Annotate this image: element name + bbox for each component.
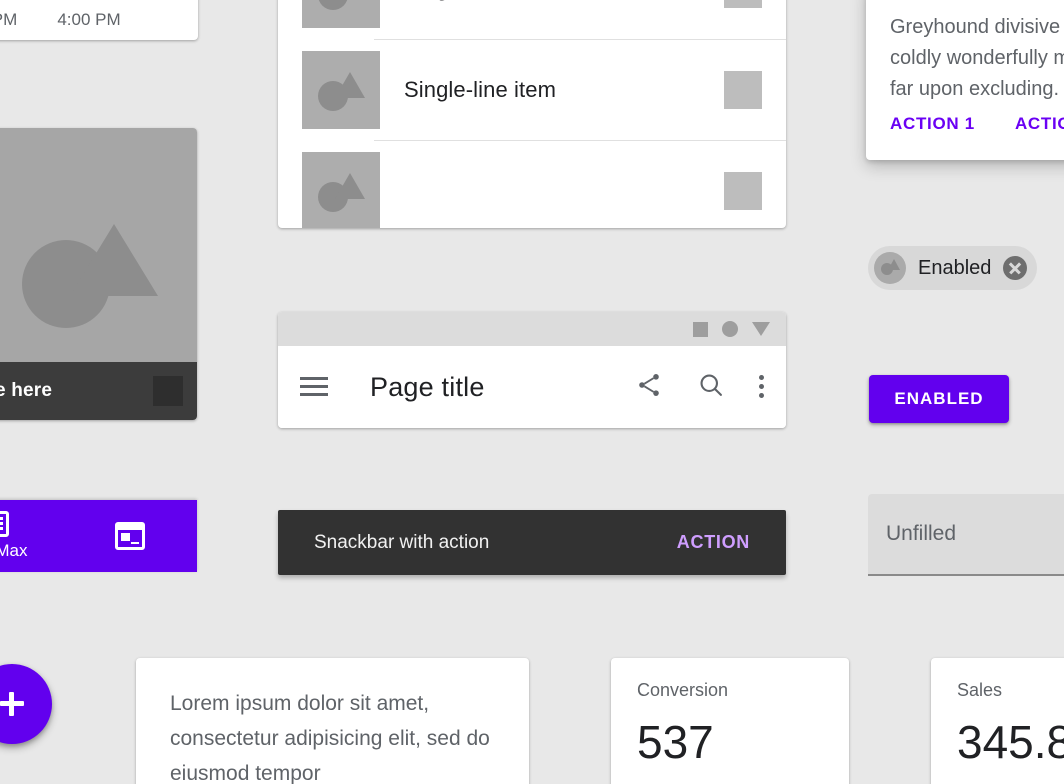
share-icon[interactable] — [635, 371, 663, 404]
media-card-title: Title here — [0, 380, 52, 402]
placeholder-image-icon — [0, 128, 197, 362]
status-bar — [278, 312, 786, 346]
list-box-icon — [0, 511, 9, 537]
app-bar-card: Page title — [278, 312, 786, 428]
more-vert-icon[interactable] — [759, 375, 764, 399]
square-placeholder-icon[interactable] — [724, 0, 762, 8]
snackbar-action-button[interactable]: ACTION — [677, 532, 750, 553]
close-circle-icon[interactable] — [1003, 256, 1027, 280]
list-item[interactable]: Single-line item — [278, 39, 786, 140]
text-field-label: Unfilled — [886, 522, 956, 546]
page-title: Page title — [370, 372, 485, 403]
article-icon — [115, 522, 145, 550]
stat-value: 345.8 — [957, 713, 1064, 771]
dialog-actions: ACTION 1 ACTION 2 — [890, 114, 1064, 134]
time-slot-1[interactable]: 4:00 PM — [57, 10, 120, 30]
media-card: Title here — [0, 128, 197, 420]
dialog-action-2-button[interactable]: ACTION 2 — [1015, 114, 1064, 134]
stat-label: Sales — [957, 680, 1064, 701]
media-card-footer: Title here — [0, 362, 197, 420]
single-line-list-card: Single-line item Single-line item — [278, 0, 786, 228]
hamburger-menu-icon[interactable] — [300, 377, 328, 397]
time-picker-card: 2:00 PM 4:00 PM — [0, 0, 198, 40]
snackbar: Snackbar with action ACTION — [278, 510, 786, 575]
search-icon[interactable] — [697, 371, 725, 404]
top-app-bar: Page title — [278, 346, 786, 428]
unfilled-text-field[interactable]: Unfilled — [868, 494, 1064, 576]
placeholder-image-icon — [302, 152, 380, 229]
chip-enabled[interactable]: Enabled — [868, 246, 1037, 290]
bottom-nav-item-1[interactable] — [64, 500, 198, 572]
plus-icon — [0, 690, 26, 718]
bottom-nav-label-0: ree Max — [0, 541, 27, 561]
floating-action-button[interactable] — [0, 664, 52, 744]
component-showcase-canvas: 2:00 PM 4:00 PM Single-line item Single-… — [0, 0, 1064, 784]
dialog-card: Greyhound divisive hello coldly wonderfu… — [866, 0, 1064, 160]
time-slot-0[interactable]: 2:00 PM — [0, 10, 17, 30]
square-icon — [693, 322, 708, 337]
dialog-action-1-button[interactable]: ACTION 1 — [890, 114, 975, 134]
list-item-label: Single-line item — [404, 0, 724, 2]
snackbar-message: Snackbar with action — [314, 532, 489, 554]
square-placeholder-icon[interactable] — [724, 71, 762, 109]
placeholder-image-icon — [302, 0, 380, 28]
square-placeholder-icon[interactable] — [724, 172, 762, 210]
circle-icon — [722, 321, 738, 337]
list-item[interactable]: Single-line item — [278, 0, 786, 39]
stat-value: 537 — [637, 713, 849, 771]
bottom-nav-item-0[interactable]: ree Max — [0, 500, 64, 572]
enabled-button[interactable]: ENABLED — [869, 375, 1009, 423]
bottom-navigation-bar: ree Max — [0, 500, 197, 572]
list-item-label: Single-line item — [404, 77, 724, 103]
app-bar-actions — [635, 371, 764, 404]
placeholder-avatar-icon — [874, 252, 906, 284]
lorem-body-text: Lorem ipsum dolor sit amet, consectetur … — [170, 686, 495, 784]
lorem-text-card: Lorem ipsum dolor sit amet, consectetur … — [136, 658, 529, 784]
chip-label: Enabled — [918, 257, 991, 280]
dialog-body-text: Greyhound divisive hello coldly wonderfu… — [890, 12, 1064, 105]
placeholder-image-icon — [302, 51, 380, 129]
list-item[interactable] — [278, 140, 786, 228]
square-placeholder-icon[interactable] — [153, 376, 183, 406]
stat-card-conversion: Conversion 537 — [611, 658, 849, 784]
stat-card-sales: Sales 345.8 — [931, 658, 1064, 784]
triangle-down-icon — [752, 322, 770, 336]
stat-label: Conversion — [637, 680, 849, 701]
